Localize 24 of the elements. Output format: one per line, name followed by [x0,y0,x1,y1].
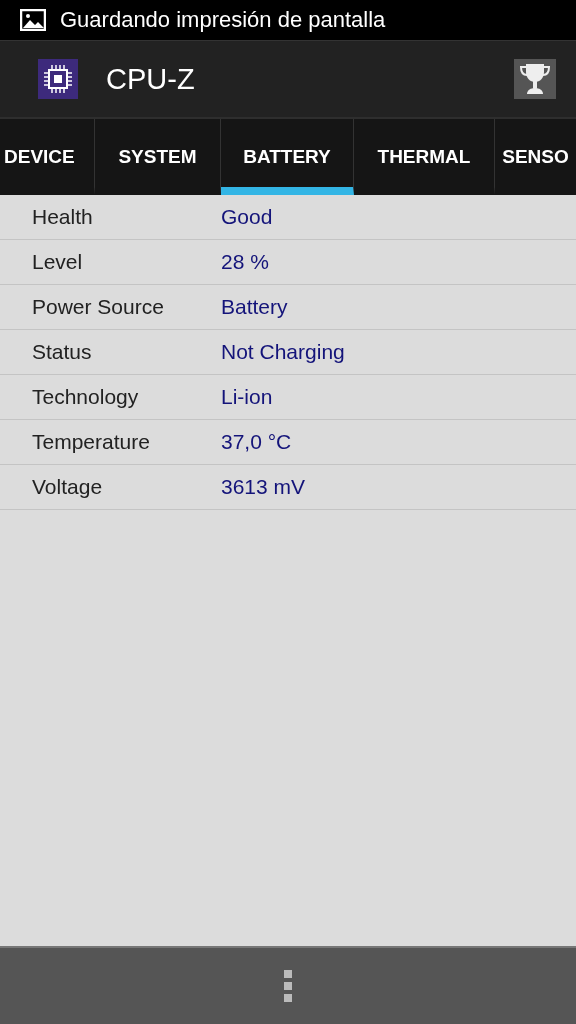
field-label: Health [31,205,94,229]
field-label: Level [31,250,84,274]
tab[interactable]: THERMAL [354,119,495,195]
field-value: 3613 mV [221,475,306,499]
field-value: Not Charging [221,340,345,364]
field-value: Battery [221,295,288,319]
field-value: Li-ion [221,385,273,409]
tab[interactable]: DEVICE [0,119,95,195]
field-label: Technology [31,385,140,409]
chip-icon [38,59,78,99]
field-label: Temperature [31,430,151,454]
tab[interactable]: BATTERY [221,119,354,195]
field-label: Voltage [31,475,104,499]
tab[interactable]: SYSTEM [95,119,221,195]
field-value: Good [221,205,273,229]
field-label: Status [31,340,93,364]
field-value: 37,0 °C [221,430,292,454]
field-label: Power Source [31,295,165,319]
image-icon [20,9,46,31]
trophy-button[interactable] [514,59,556,99]
notification-text: Guardando impresión de pantalla [60,7,386,33]
tab[interactable]: SENSO [495,119,576,195]
app-title: CPU-Z [106,62,196,96]
field-value: 28 % [221,250,269,274]
